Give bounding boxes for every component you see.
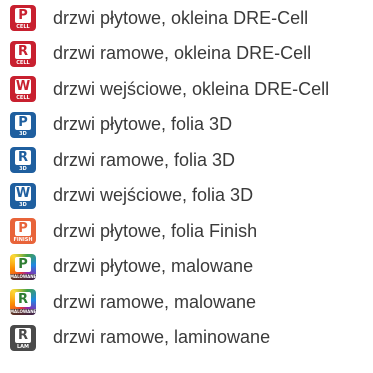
badge-letter: W [15, 79, 31, 94]
badge-letter-box: R [15, 327, 31, 343]
badge-letter: R [17, 150, 28, 165]
door-panel-3d-icon: P 3D [10, 111, 36, 138]
door-entrance-cell-icon: W CELL [10, 76, 36, 102]
legend-item-label: drzwi płytowe, okleina DRE-Cell [53, 7, 309, 28]
legend-item-label: drzwi ramowe, malowane [53, 291, 257, 312]
legend-item: P MALOWANE drzwi płytowe, malowane [10, 253, 253, 281]
badge-tag: CELL [16, 95, 30, 101]
badge-tag: 3D [19, 130, 27, 137]
badge-letter: P [18, 256, 28, 272]
legend-item-label: drzwi ramowe, laminowane [53, 327, 271, 347]
legend-item-label: drzwi ramowe, okleina DRE-Cell [53, 43, 312, 63]
legend-item: W CELL drzwi wejściowe, okleina DRE-Cell [10, 75, 329, 103]
badge-letter-box: R [15, 292, 31, 307]
legend-item-label: drzwi płytowe, malowane [53, 256, 254, 276]
badge-letter-box: W [15, 185, 31, 201]
badge-letter: P [18, 8, 28, 23]
door-panel-cell-icon: P CELL [10, 5, 36, 31]
legend-item-label: drzwi płytowe, folia Finish [53, 220, 258, 241]
badge-letter: W [15, 185, 31, 201]
legend-item-label: drzwi ramowe, folia 3D [53, 149, 236, 170]
badge-tag: CELL [16, 24, 30, 30]
door-panel-finish-icon: P FINISH [10, 218, 36, 244]
legend-item: R MALOWANE drzwi ramowe, malowane [10, 288, 256, 316]
legend-item-label: drzwi wejściowe, okleina DRE-Cell [53, 78, 330, 99]
legend-item-label: drzwi płytowe, folia 3D [53, 114, 233, 134]
door-frame-3d-icon: R 3D [10, 147, 36, 173]
legend-item: P 3D drzwi płytowe, folia 3D [10, 111, 232, 139]
door-entrance-3d-icon: W 3D [10, 182, 36, 209]
door-frame-painted-icon: R MALOWANE [10, 289, 36, 315]
badge-letter-box: R [15, 150, 31, 165]
legend-item: R CELL drzwi ramowe, okleina DRE-Cell [10, 40, 311, 68]
legend-item: P CELL drzwi płytowe, okleina DRE-Cell [10, 4, 308, 32]
badge-letter: R [17, 292, 28, 307]
badge-letter-box: P [15, 256, 31, 272]
door-frame-laminated-icon: R LAM [10, 324, 36, 351]
badge-tag: FINISH [13, 237, 33, 243]
badge-letter: P [18, 221, 28, 236]
badge-letter-box: R [15, 43, 31, 59]
badge-letter-box: P [15, 114, 31, 130]
badge-letter-box: P [15, 221, 31, 236]
badge-letter-box: P [15, 8, 31, 23]
badge-letter: R [17, 327, 28, 343]
badge-letter: P [18, 114, 28, 130]
legend-item: P FINISH drzwi płytowe, folia Finish [10, 217, 257, 245]
legend-item: R LAM drzwi ramowe, laminowane [10, 324, 270, 352]
badge-tag: MALOWANE [10, 309, 36, 315]
badge-letter: R [17, 43, 28, 59]
badge-tag: CELL [16, 59, 30, 66]
badge-tag: MALOWANE [10, 273, 36, 280]
door-frame-cell-icon: R CELL [10, 40, 36, 67]
legend-item: W 3D drzwi wejściowe, folia 3D [10, 182, 253, 210]
badge-tag: 3D [19, 166, 27, 172]
door-panel-painted-icon: P MALOWANE [10, 253, 36, 280]
badge-tag: 3D [19, 201, 27, 208]
legend-item-label: drzwi wejściowe, folia 3D [53, 185, 254, 205]
badge-tag: LAM [16, 343, 30, 350]
legend-item: R 3D drzwi ramowe, folia 3D [10, 146, 235, 174]
badge-letter-box: W [15, 79, 31, 94]
